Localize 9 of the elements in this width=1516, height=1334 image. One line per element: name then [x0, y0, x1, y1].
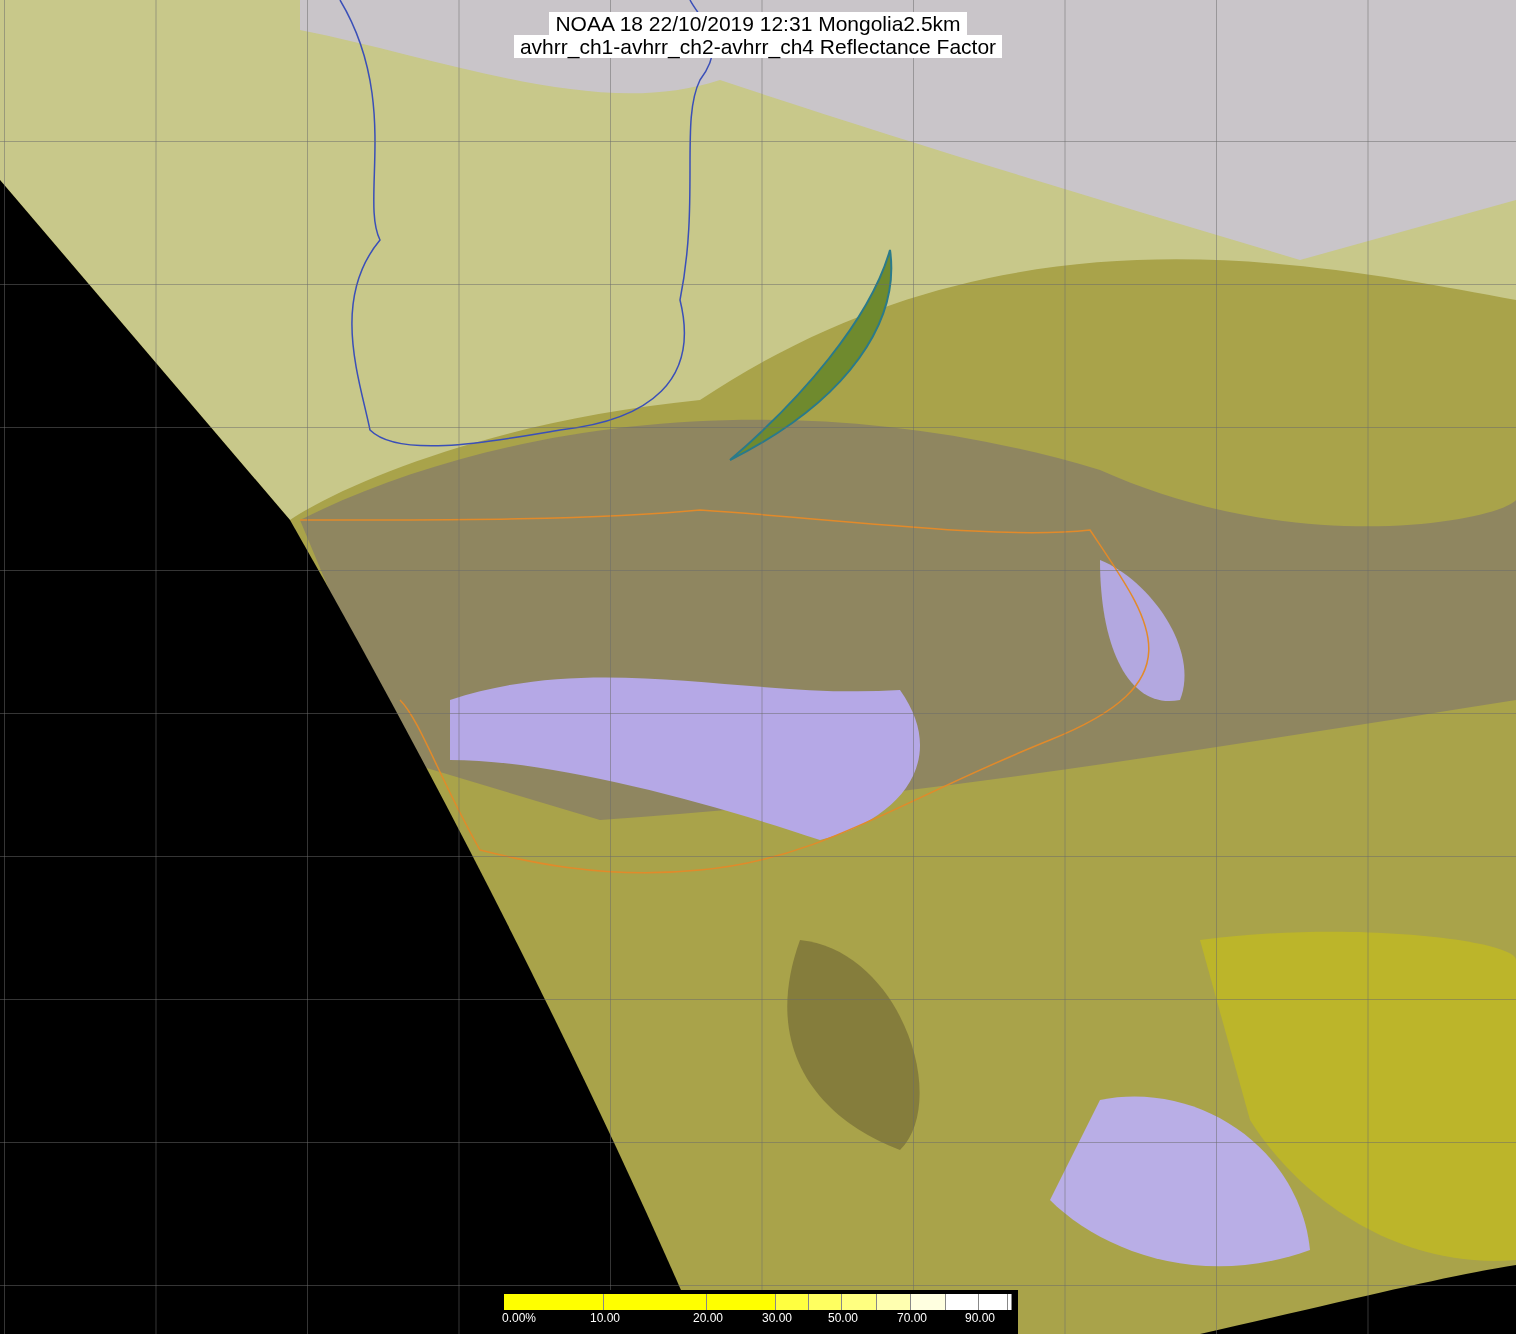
colorbar-label: 20.00	[693, 1311, 724, 1325]
map-title: avhrr_ch1-avhrr_ch2-avhrr_ch4 Reflectance Factor	[513, 35, 1003, 58]
colorbar-label: 10.00	[590, 1311, 621, 1325]
colorbar-label: 30.00	[762, 1311, 793, 1325]
colorbar-label: 0.00%	[502, 1311, 537, 1325]
colorbar-label: 50.00	[828, 1311, 859, 1325]
map-title: NOAA 18 22/10/2019 12:31 Mongolia2.5km	[549, 12, 967, 35]
colorbar-label: 90.00	[965, 1311, 996, 1325]
colorbar-label: 70.00	[897, 1311, 928, 1325]
